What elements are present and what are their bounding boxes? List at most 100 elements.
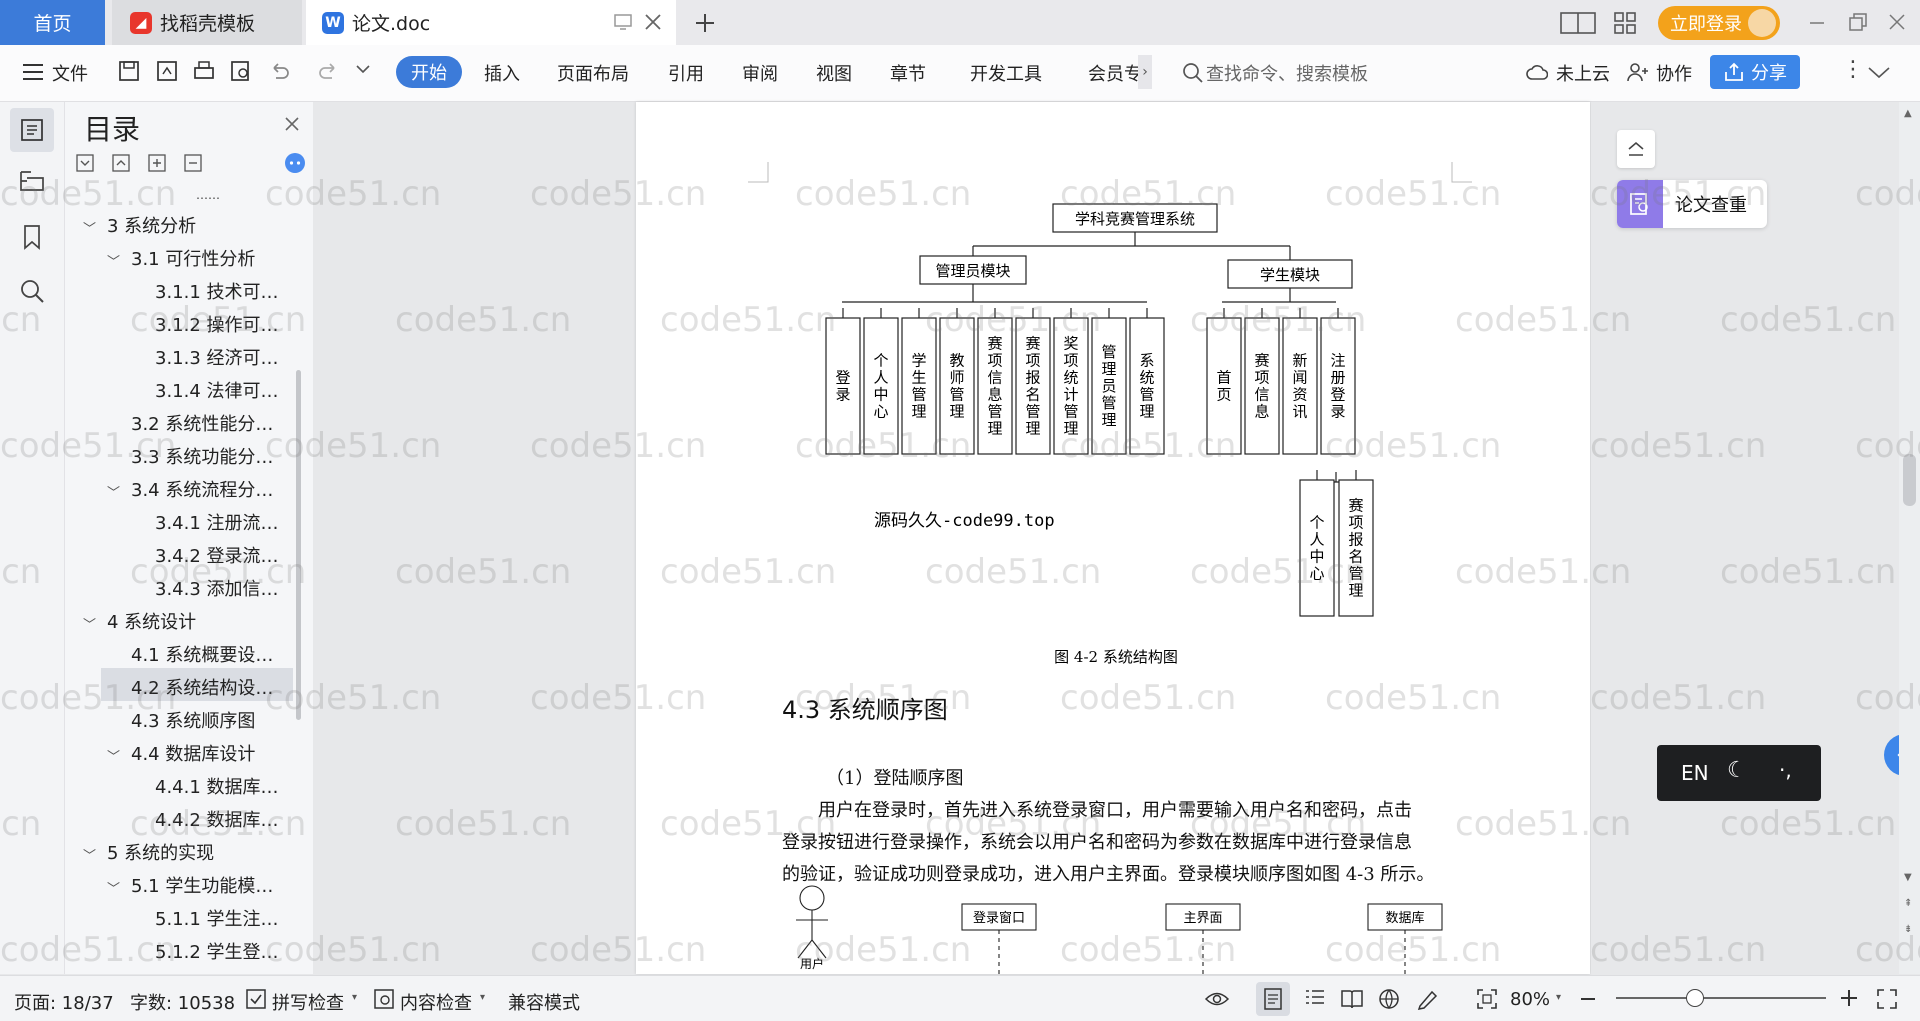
fullscreen-icon[interactable]: [1876, 988, 1898, 1010]
redo-icon[interactable]: [318, 60, 340, 82]
section-heading[interactable]: 4.3 系统顺序图: [782, 690, 948, 725]
toc-item[interactable]: 5.1.2 学生登…: [155, 938, 279, 964]
hamburger-menu-icon[interactable]: [22, 63, 44, 85]
collapse-all-icon[interactable]: [76, 154, 94, 172]
subsection-title[interactable]: （1）登陆顺序图: [826, 764, 963, 790]
toc-item[interactable]: 4.4 数据库设计: [131, 740, 255, 766]
remove-heading-icon[interactable]: [184, 154, 202, 172]
collapse-panel-button[interactable]: [1617, 130, 1655, 168]
cloud-status[interactable]: 未上云: [1556, 60, 1610, 86]
toc-item[interactable]: 5 系统的实现: [107, 839, 214, 865]
paragraph-line[interactable]: 的验证，验证成功则登录成功，进入用户主界面。登录模块顺序图如图 4-3 所示。: [782, 860, 1434, 886]
tab-docer-templates[interactable]: ◢ 找稻壳模板: [112, 0, 302, 45]
toc-item[interactable]: 3.4.2 登录流…: [155, 542, 279, 568]
tab-references[interactable]: 引用: [668, 60, 704, 86]
toc-scrollbar[interactable]: [296, 370, 301, 720]
toc-item[interactable]: 3.2 系统性能分…: [131, 410, 273, 436]
toc-item[interactable]: 3.1.1 技术可…: [155, 278, 279, 304]
new-tab-icon[interactable]: [694, 12, 716, 34]
ime-toolbar[interactable]: EN ☾ ·,: [1657, 745, 1821, 801]
toc-item[interactable]: 4.4.1 数据库…: [155, 773, 279, 799]
tab-review[interactable]: 审阅: [742, 60, 778, 86]
print-icon[interactable]: [193, 60, 215, 82]
web-layout-icon[interactable]: [1378, 988, 1400, 1010]
undo-icon[interactable]: [268, 60, 290, 82]
tab-document[interactable]: W 论文.doc: [306, 0, 676, 45]
write-mode-icon[interactable]: [1416, 988, 1440, 1010]
export-pdf-icon[interactable]: [156, 60, 178, 82]
page-view-button[interactable]: [1256, 982, 1290, 1016]
zoom-slider-thumb[interactable]: [1686, 989, 1704, 1007]
expand-caret-icon[interactable]: ﹀: [83, 614, 96, 633]
tab-section[interactable]: 章节: [890, 60, 926, 86]
layout-switch-icon[interactable]: [1560, 12, 1596, 34]
toc-item[interactable]: 3 系统分析: [107, 212, 196, 238]
quick-access-dropdown-icon[interactable]: [356, 64, 378, 86]
expand-caret-icon[interactable]: ﹀: [107, 251, 120, 270]
vertical-scrollbar[interactable]: ▲ ▼ ⇞ ⇟: [1899, 102, 1920, 974]
toc-item[interactable]: 5.1.1 学生注…: [155, 905, 279, 931]
reading-mode-icon[interactable]: [1340, 988, 1364, 1010]
tab-member[interactable]: 会员专: [1088, 60, 1144, 86]
apps-grid-icon[interactable]: [1614, 12, 1636, 34]
zoom-slider[interactable]: [1616, 997, 1826, 999]
tab-view[interactable]: 视图: [816, 60, 852, 86]
tab-start[interactable]: 开始: [396, 56, 462, 88]
outline-view-icon[interactable]: [1304, 988, 1326, 1010]
collaborate-button[interactable]: 协作: [1656, 60, 1692, 86]
toc-item[interactable]: 3.1.2 操作可…: [155, 311, 279, 337]
toc-item[interactable]: 3.1.4 法律可…: [155, 377, 279, 403]
content-check-button[interactable]: 内容检查: [400, 989, 472, 1015]
toc-item[interactable]: 3.1 可行性分析: [131, 245, 255, 271]
paper-check-button[interactable]: 论文查重: [1617, 180, 1767, 228]
expand-caret-icon[interactable]: ﹀: [83, 218, 96, 237]
toc-item[interactable]: 3.1.3 经济可…: [155, 344, 279, 370]
more-tabs-arrow-icon[interactable]: ›: [1138, 55, 1152, 89]
toc-item[interactable]: 3.3 系统功能分…: [131, 443, 273, 469]
expand-caret-icon[interactable]: ﹀: [83, 845, 96, 864]
zoom-out-icon[interactable]: [1580, 997, 1596, 1001]
tab-insert[interactable]: 插入: [484, 60, 520, 86]
expand-up-icon[interactable]: [112, 154, 130, 172]
punctuation-icon[interactable]: ·,: [1779, 758, 1792, 782]
save-icon[interactable]: [118, 60, 140, 82]
page-indicator[interactable]: 页面: 18/37: [14, 989, 114, 1015]
share-button[interactable]: 分享: [1710, 55, 1800, 89]
collapse-ribbon-icon[interactable]: [1868, 67, 1890, 79]
toc-item[interactable]: 3.4.3 添加信…: [155, 575, 279, 601]
command-search-input[interactable]: 查找命令、搜索模板: [1206, 60, 1368, 86]
toc-item[interactable]: 4.1 系统概要设…: [131, 641, 273, 667]
toc-item[interactable]: 3.4.1 注册流…: [155, 509, 279, 535]
fit-page-icon[interactable]: [1476, 988, 1498, 1010]
bookmark-icon[interactable]: [17, 222, 47, 252]
restore-icon[interactable]: [1848, 12, 1868, 32]
login-button[interactable]: 立即登录: [1658, 6, 1780, 40]
expand-caret-icon[interactable]: ﹀: [107, 746, 120, 765]
expand-caret-icon[interactable]: ﹀: [107, 482, 120, 501]
ime-language-label[interactable]: EN: [1681, 761, 1709, 785]
tab-developer[interactable]: 开发工具: [970, 60, 1042, 86]
tab-page-layout[interactable]: 页面布局: [557, 60, 629, 86]
toc-rail-button[interactable]: [10, 108, 54, 152]
toc-item[interactable]: 4.3 系统顺序图: [131, 707, 255, 733]
toc-item[interactable]: 4.4.2 数据库…: [155, 806, 279, 832]
next-page-icon[interactable]: ⇟: [1904, 924, 1912, 935]
close-window-icon[interactable]: [1888, 13, 1906, 31]
more-options-icon[interactable]: ⋮: [1842, 57, 1864, 82]
toc-item[interactable]: 3.4 系统流程分…: [131, 476, 273, 502]
eye-protection-icon[interactable]: [1204, 988, 1230, 1010]
zoom-level[interactable]: 80%: [1510, 989, 1550, 1010]
spell-dropdown-icon[interactable]: ▾: [352, 992, 357, 1003]
minimize-icon[interactable]: [1808, 14, 1826, 32]
scroll-down-icon[interactable]: ▼: [1904, 872, 1912, 883]
scroll-thumb[interactable]: [1903, 454, 1916, 506]
toc-item-selected[interactable]: 4.2 系统结构设…: [131, 674, 273, 700]
content-dropdown-icon[interactable]: ▾: [480, 992, 485, 1003]
find-icon[interactable]: [17, 276, 47, 306]
paragraph-line[interactable]: 登录按钮进行登录操作，系统会以用户名和密码为参数在数据库中进行登录信息: [782, 828, 1412, 854]
zoom-in-icon[interactable]: [1840, 989, 1858, 1007]
add-heading-icon[interactable]: [148, 154, 166, 172]
close-tab-icon[interactable]: [644, 13, 662, 31]
close-toc-icon[interactable]: [284, 116, 300, 132]
prev-page-icon[interactable]: ⇞: [1904, 898, 1912, 909]
